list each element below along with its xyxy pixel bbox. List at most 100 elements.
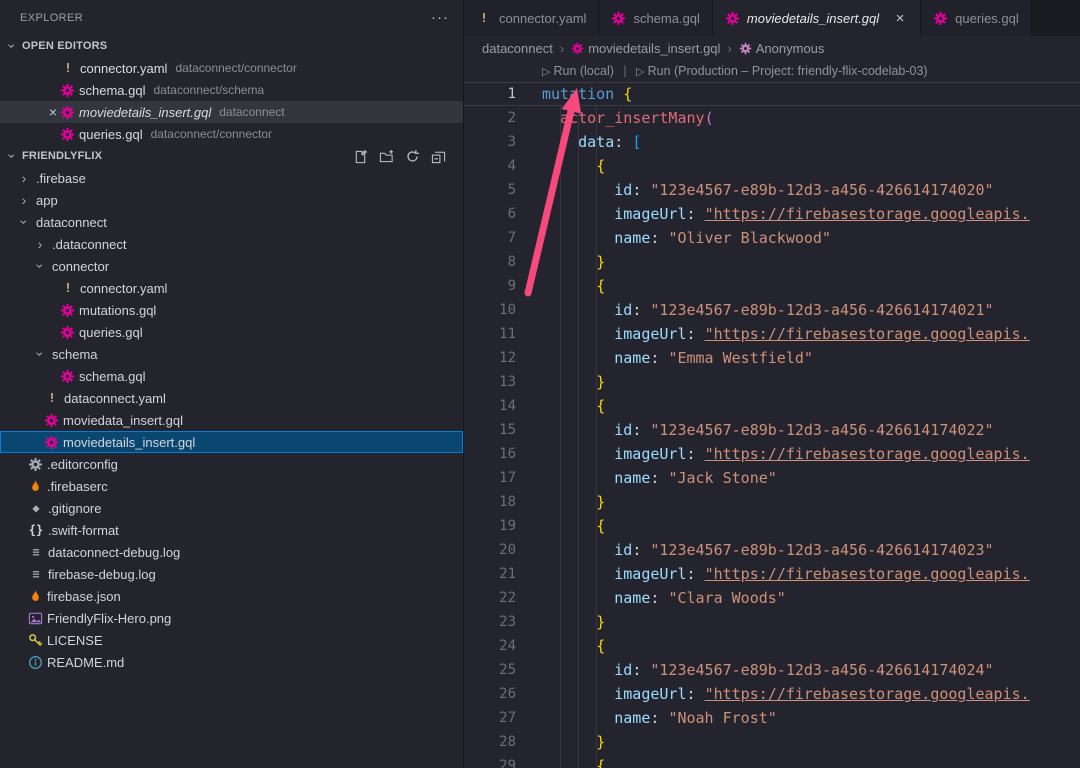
tree-file-firebaserc[interactable]: .firebaserc (0, 475, 463, 497)
line-number[interactable]: 16 (464, 442, 516, 466)
code-line-25[interactable]: 25 id: "123e4567-e89b-12d3-a456-42661417… (464, 658, 1080, 682)
code-line-9[interactable]: 9 { (464, 274, 1080, 298)
line-number[interactable]: 25 (464, 658, 516, 682)
tree-file-friendlyflix-hero-png[interactable]: FriendlyFlix-Hero.png (0, 607, 463, 629)
code-line-18[interactable]: 18 } (464, 490, 1080, 514)
line-number[interactable]: 15 (464, 418, 516, 442)
code-line-24[interactable]: 24 { (464, 634, 1080, 658)
tree-file-mutations-gql[interactable]: mutations.gql (0, 299, 463, 321)
code-line-19[interactable]: 19 { (464, 514, 1080, 538)
open-editors-header[interactable]: OPEN EDITORS (0, 35, 463, 57)
close-icon[interactable]: × (892, 10, 908, 27)
line-number[interactable]: 18 (464, 490, 516, 514)
code-line-14[interactable]: 14 { (464, 394, 1080, 418)
line-number[interactable]: 17 (464, 466, 516, 490)
breadcrumb-item-anonymous[interactable]: Anonymous (739, 41, 825, 56)
line-number[interactable]: 3 (464, 130, 516, 154)
line-number[interactable]: 29 (464, 754, 516, 768)
workspace-header[interactable]: FRIENDLYFLIX (0, 145, 463, 167)
code-link[interactable]: "https://firebasestorage.googleapis. (705, 325, 1030, 343)
open-editor-schema-gql[interactable]: schema.gqldataconnect/schema (0, 79, 463, 101)
code-link[interactable]: "https://firebasestorage.googleapis. (705, 685, 1030, 703)
line-number[interactable]: 7 (464, 226, 516, 250)
line-number[interactable]: 11 (464, 322, 516, 346)
tree-folder-schema[interactable]: schema (0, 343, 463, 365)
tree-folder-connector[interactable]: connector (0, 255, 463, 277)
tree-file-queries-gql[interactable]: queries.gql (0, 321, 463, 343)
code-line-23[interactable]: 23 } (464, 610, 1080, 634)
line-number[interactable]: 13 (464, 370, 516, 394)
code-line-4[interactable]: 4 { (464, 154, 1080, 178)
tree-file-dataconnect-yaml[interactable]: !dataconnect.yaml (0, 387, 463, 409)
line-number[interactable]: 9 (464, 274, 516, 298)
close-icon[interactable]: × (46, 104, 60, 120)
code-line-1[interactable]: 1mutation { (464, 82, 1080, 106)
line-number[interactable]: 19 (464, 514, 516, 538)
line-number[interactable]: 5 (464, 178, 516, 202)
tree-folder-firebase[interactable]: .firebase (0, 167, 463, 189)
tab-schema-gql[interactable]: schema.gql (599, 0, 712, 36)
code-link[interactable]: "https://firebasestorage.googleapis. (705, 205, 1030, 223)
tree-folder-dataconnect[interactable]: .dataconnect (0, 233, 463, 255)
code-line-29[interactable]: 29 { (464, 754, 1080, 768)
code-line-27[interactable]: 27 name: "Noah Frost" (464, 706, 1080, 730)
line-number[interactable]: 10 (464, 298, 516, 322)
line-number[interactable]: 6 (464, 202, 516, 226)
code-line-15[interactable]: 15 id: "123e4567-e89b-12d3-a456-42661417… (464, 418, 1080, 442)
tree-file-moviedata-insert-gql[interactable]: moviedata_insert.gql (0, 409, 463, 431)
code-line-22[interactable]: 22 name: "Clara Woods" (464, 586, 1080, 610)
new-file-button[interactable] (352, 148, 369, 165)
tree-file-firebase-debug-log[interactable]: ≡firebase-debug.log (0, 563, 463, 585)
tree-file-moviedetails-insert-gql[interactable]: moviedetails_insert.gql (0, 431, 463, 453)
tab-queries-gql[interactable]: queries.gql (921, 0, 1032, 36)
code-line-3[interactable]: 3 data: [ (464, 130, 1080, 154)
tab-connector-yaml[interactable]: !connector.yaml (464, 0, 599, 36)
code-line-11[interactable]: 11 imageUrl: "https://firebasestorage.go… (464, 322, 1080, 346)
code-line-7[interactable]: 7 name: "Oliver Blackwood" (464, 226, 1080, 250)
code-line-26[interactable]: 26 imageUrl: "https://firebasestorage.go… (464, 682, 1080, 706)
line-number[interactable]: 27 (464, 706, 516, 730)
code-link[interactable]: "https://firebasestorage.googleapis. (705, 565, 1030, 583)
code-line-21[interactable]: 21 imageUrl: "https://firebasestorage.go… (464, 562, 1080, 586)
line-number[interactable]: 22 (464, 586, 516, 610)
line-number[interactable]: 26 (464, 682, 516, 706)
tree-file-schema-gql[interactable]: schema.gql (0, 365, 463, 387)
tree-file-dataconnect-debug-log[interactable]: ≡dataconnect-debug.log (0, 541, 463, 563)
line-number[interactable]: 14 (464, 394, 516, 418)
code-line-2[interactable]: 2 actor_insertMany( (464, 106, 1080, 130)
tree-file-connector-yaml[interactable]: !connector.yaml (0, 277, 463, 299)
tree-file-readme-md[interactable]: README.md (0, 651, 463, 673)
tree-file-firebase-json[interactable]: firebase.json (0, 585, 463, 607)
line-number[interactable]: 21 (464, 562, 516, 586)
run-production-button[interactable]: ▷Run (Production – Project: friendly-fli… (636, 64, 927, 78)
new-folder-button[interactable] (378, 148, 395, 165)
tree-file-gitignore[interactable]: ◆.gitignore (0, 497, 463, 519)
code-line-6[interactable]: 6 imageUrl: "https://firebasestorage.goo… (464, 202, 1080, 226)
line-number[interactable]: 1 (464, 82, 516, 106)
line-number[interactable]: 4 (464, 154, 516, 178)
line-number[interactable]: 23 (464, 610, 516, 634)
refresh-button[interactable] (404, 148, 421, 165)
code-line-8[interactable]: 8 } (464, 250, 1080, 274)
tab-moviedetails-insert-gql[interactable]: moviedetails_insert.gql× (713, 0, 921, 36)
breadcrumb-item-dataconnect[interactable]: dataconnect (482, 41, 553, 56)
open-editor-moviedetails-insert-gql[interactable]: ×moviedetails_insert.gqldataconnect (0, 101, 463, 123)
code-line-13[interactable]: 13 } (464, 370, 1080, 394)
open-editor-queries-gql[interactable]: queries.gqldataconnect/connector (0, 123, 463, 145)
line-number[interactable]: 8 (464, 250, 516, 274)
code-line-28[interactable]: 28 } (464, 730, 1080, 754)
line-number[interactable]: 20 (464, 538, 516, 562)
line-number[interactable]: 24 (464, 634, 516, 658)
code-line-20[interactable]: 20 id: "123e4567-e89b-12d3-a456-42661417… (464, 538, 1080, 562)
breadcrumb-item-moviedetails-insert-gql[interactable]: moviedetails_insert.gql (571, 41, 720, 56)
tree-folder-dataconnect[interactable]: dataconnect (0, 211, 463, 233)
code-link[interactable]: "https://firebasestorage.googleapis. (705, 445, 1030, 463)
run-local-button[interactable]: ▷Run (local) (542, 64, 614, 78)
open-editor-connector-yaml[interactable]: !connector.yamldataconnect/connector (0, 57, 463, 79)
tree-folder-app[interactable]: app (0, 189, 463, 211)
code-line-16[interactable]: 16 imageUrl: "https://firebasestorage.go… (464, 442, 1080, 466)
tree-file-license[interactable]: LICENSE (0, 629, 463, 651)
code-line-10[interactable]: 10 id: "123e4567-e89b-12d3-a456-42661417… (464, 298, 1080, 322)
code-line-5[interactable]: 5 id: "123e4567-e89b-12d3-a456-426614174… (464, 178, 1080, 202)
line-number[interactable]: 28 (464, 730, 516, 754)
